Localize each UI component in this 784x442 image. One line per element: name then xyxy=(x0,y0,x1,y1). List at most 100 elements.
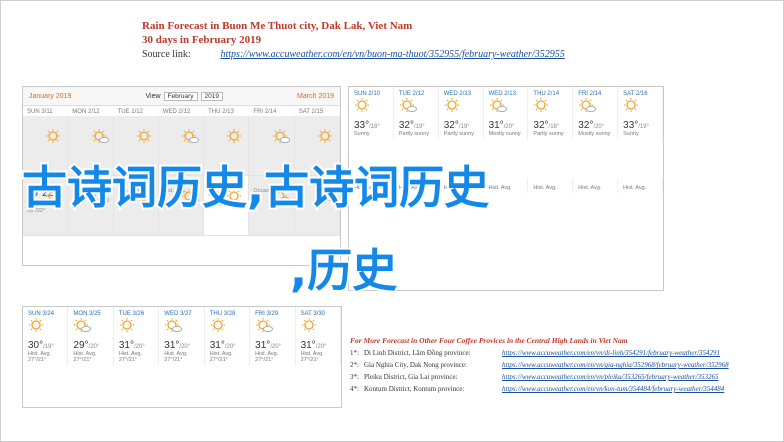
item-number: 3*: xyxy=(350,373,359,381)
sun-icon xyxy=(119,318,134,332)
forecast-note: 27°/21° xyxy=(118,357,138,363)
sun-icon xyxy=(624,98,639,112)
sun-cloud-icon xyxy=(182,129,200,144)
sun-icon xyxy=(46,129,61,143)
item-link[interactable]: https://www.accuweather.com/en/vn/di-lin… xyxy=(502,349,720,357)
cell-icon-wrap xyxy=(226,128,244,149)
forecast-icon-wrap xyxy=(164,317,198,338)
cell-icon-wrap xyxy=(45,128,63,149)
forecast-note: Mostly sunny xyxy=(488,131,521,137)
more-forecast-list: 1*: Di Linh District, Lâm Đồng province: h… xyxy=(346,349,776,393)
forecast-note: Hist. Avg. xyxy=(488,185,512,191)
more-forecast-item: 2*: Gia Nghia City, Dak Nong province: htt… xyxy=(350,361,776,369)
forecast-temp: 32°/19° xyxy=(398,120,425,131)
forecast-icon-wrap xyxy=(210,317,244,338)
item-link[interactable]: https://www.accuweather.com/en/vn/gia-ng… xyxy=(502,361,729,369)
forecast-temp: 32°/18° xyxy=(533,120,560,131)
forecast-day[interactable]: THU 2/14 32°/18° Partly sunny xyxy=(528,87,574,139)
item-number: 4*: xyxy=(350,385,359,393)
forecast-day[interactable]: THU 3/28 31°/20° Hist. Avg. 27°/21° xyxy=(205,307,251,365)
forecast-icon-wrap xyxy=(533,97,567,118)
sun-cloud-icon xyxy=(579,98,597,113)
forecast-note: Sunny xyxy=(354,131,370,137)
cell-icon-wrap xyxy=(317,128,335,149)
forecast-icon-wrap xyxy=(255,317,289,338)
forecast-low: /20° xyxy=(593,124,605,130)
forecast-low: /20° xyxy=(503,124,515,130)
forecast-day[interactable]: WED 3/27 31°/20° Hist. Avg. 27°/21° xyxy=(159,307,205,365)
forecast-note: Mostly sunny xyxy=(578,131,611,137)
forecast-low: /18° xyxy=(548,124,560,130)
sun-cloud-icon xyxy=(399,98,417,113)
forecast-low: /19° xyxy=(43,344,54,350)
forecast-icon-wrap xyxy=(301,317,335,338)
forecast-low: /20° xyxy=(133,344,145,350)
forecast-day[interactable]: Hist. Avg. xyxy=(573,179,619,193)
next-month-link[interactable]: March 2019 xyxy=(297,93,334,100)
forecast-icon-wrap xyxy=(444,97,478,118)
forecast-day[interactable]: Hist. Avg. xyxy=(618,179,663,193)
more-forecast-section: For More Forecast in Other Four Coffee P… xyxy=(346,306,776,393)
page-subtitle: 30 days in February 2019 xyxy=(142,34,262,46)
forecast-day[interactable]: Hist. Avg. xyxy=(528,179,574,193)
forecast-icon-wrap xyxy=(28,317,62,338)
cell-icon-wrap xyxy=(136,128,154,149)
sun-cloud-icon xyxy=(256,318,274,333)
sun-icon xyxy=(301,318,316,332)
forecast-low: /19° xyxy=(458,124,470,130)
forecast-note: Hist. Avg. xyxy=(533,185,557,191)
year-select[interactable]: 2019 xyxy=(200,91,223,101)
sun-cloud-icon xyxy=(165,318,183,333)
calendar-day-header: FRI 2/14 xyxy=(253,109,277,115)
calendar-day-header: WED 2/12 xyxy=(162,109,191,115)
forecast-day[interactable]: WED 2/13 31°/20° Mostly sunny xyxy=(484,87,529,139)
forecast-day[interactable]: FRI 3/29 31°/20° Hist. Avg. 27°/21° xyxy=(250,307,296,365)
forecast-low: /19° xyxy=(638,124,650,130)
forecast-day[interactable]: WED 2/13 32°/19° Partly sunny xyxy=(439,87,484,139)
forecast-panel-bottom: SUN 3/24 30°/19° Hist. Avg. 27°/21° MON 3/25… xyxy=(22,306,342,408)
calendar-day-header: MON 2/12 xyxy=(72,109,100,115)
forecast-note: 27°/21° xyxy=(255,357,274,363)
source-line: Source link: https://www.accuweather.com… xyxy=(142,49,762,60)
view-label: View xyxy=(145,92,161,100)
sun-icon xyxy=(227,129,242,143)
forecast-icon-wrap xyxy=(399,97,433,118)
prev-month-link[interactable]: January 2019 xyxy=(29,93,71,100)
forecast-temp: 32°/20° xyxy=(578,120,605,131)
source-link[interactable]: https://www.accuweather.com/en/vn/buon-m… xyxy=(221,49,565,60)
item-link[interactable]: https://www.accuweather.com/en/vn/pleiku… xyxy=(502,373,718,381)
forecast-icon-wrap xyxy=(623,97,657,118)
item-link[interactable]: https://www.accuweather.com/en/vn/kon-tu… xyxy=(502,385,724,393)
forecast-temp: 33°/19° xyxy=(623,120,650,131)
sun-cloud-icon xyxy=(272,129,290,144)
forecast-temp: 31°/20° xyxy=(118,340,145,351)
month-select[interactable]: February xyxy=(163,91,198,101)
item-location: Di Linh District, Lâm Đồng province: xyxy=(364,349,471,357)
item-number: 1*: xyxy=(350,349,359,357)
page-header: Rain Forecast in Buon Me Thuot city, Dak… xyxy=(142,20,762,60)
forecast-temp: 31°/20° xyxy=(164,340,191,351)
forecast-day[interactable]: Hist. Avg. xyxy=(484,179,529,193)
forecast-icon-wrap xyxy=(73,317,107,338)
more-forecast-item: 1*: Di Linh District, Lâm Đồng province: h… xyxy=(350,349,776,357)
forecast-day[interactable]: TUE 2/12 32°/19° Partly sunny xyxy=(394,87,439,139)
forecast-temp: 32°/19° xyxy=(443,120,470,131)
sun-icon xyxy=(136,129,151,143)
forecast-day[interactable]: SUN 2/10 33°/18° Sunny xyxy=(349,87,394,139)
more-forecast-item: 3*: Pleiku District, Gia Lai province: htt… xyxy=(350,373,776,381)
forecast-day[interactable]: SAT 3/30 31°/20° Hist. Avg. 27°/21° xyxy=(296,307,341,365)
forecast-low: /20° xyxy=(88,344,100,350)
forecast-low: /20° xyxy=(179,344,191,350)
forecast-day[interactable]: FRI 2/14 32°/20° Mostly sunny xyxy=(573,87,619,139)
forecast-low: /20° xyxy=(270,344,282,350)
sun-icon xyxy=(210,318,225,332)
item-number: 2*: xyxy=(350,361,359,369)
forecast-day[interactable]: MON 3/25 29°/20° Hist. Avg. 27°/21° xyxy=(68,307,114,365)
forecast-day[interactable]: TUE 3/26 31°/20° Hist. Avg. 27°/21° xyxy=(114,307,160,365)
forecast-day[interactable]: SAT 2/16 33°/19° Sunny xyxy=(618,87,663,139)
forecast-temp: 31°/20° xyxy=(488,120,515,131)
forecast-day[interactable]: SUN 3/24 30°/19° Hist. Avg. 27°/21° xyxy=(23,307,69,365)
forecast-temp: 30°/19° xyxy=(28,340,54,351)
sun-cloud-icon xyxy=(74,318,92,333)
forecast-note: 27°/21° xyxy=(28,357,47,363)
